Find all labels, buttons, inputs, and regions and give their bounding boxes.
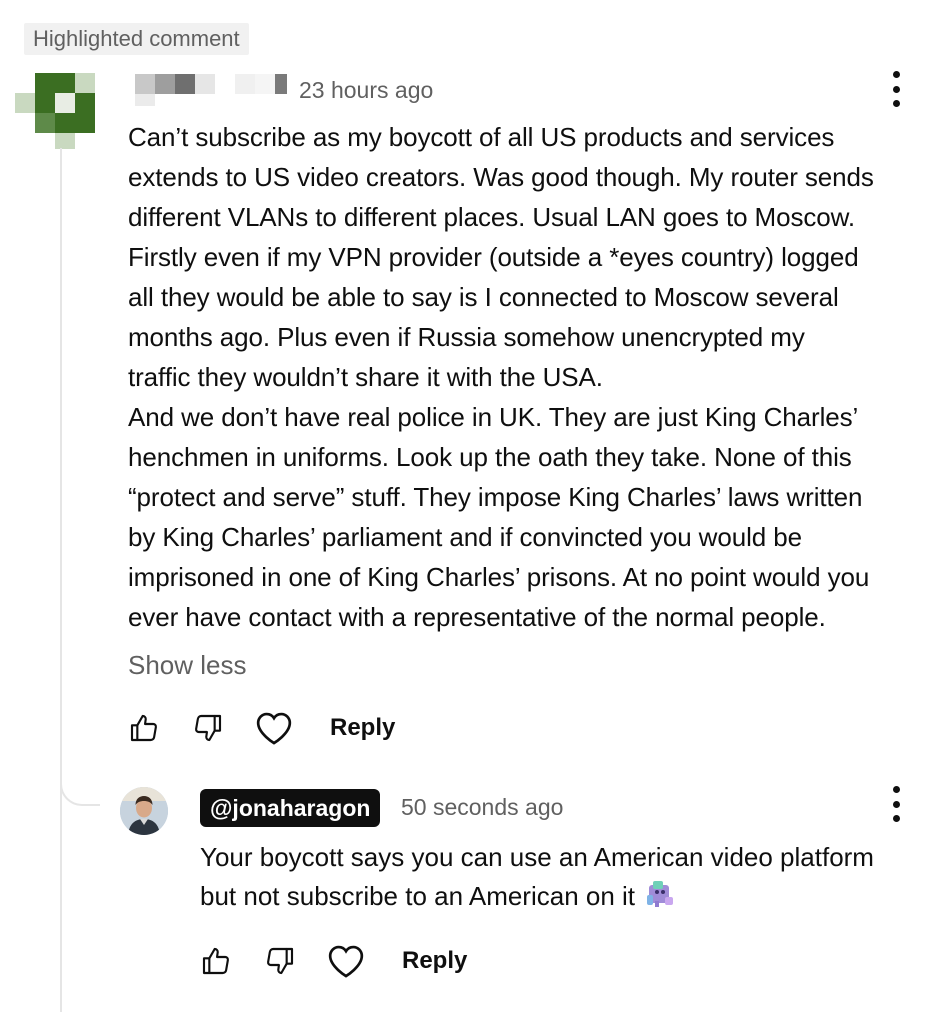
reply-timestamp[interactable]: 50 seconds ago <box>401 794 563 821</box>
thread-connector <box>60 766 100 806</box>
thumbs-up-icon[interactable] <box>200 941 232 981</box>
comment-timestamp[interactable]: 23 hours ago <box>299 77 433 104</box>
thumbs-up-icon[interactable] <box>128 708 160 748</box>
comment-actions: Reply <box>128 708 395 748</box>
reply-button[interactable]: Reply <box>330 714 395 742</box>
reply-button[interactable]: Reply <box>402 947 467 975</box>
comment-text: Can’t subscribe as my boycott of all US … <box>128 122 874 632</box>
heart-icon[interactable] <box>326 941 366 981</box>
thumbs-down-icon[interactable] <box>264 941 296 981</box>
commenter-handle-redacted[interactable] <box>135 74 295 106</box>
commenter-avatar[interactable] <box>15 73 95 149</box>
thumbs-down-icon[interactable] <box>192 708 224 748</box>
highlighted-comment-badge: Highlighted comment <box>24 23 249 55</box>
reply-author-avatar[interactable] <box>120 787 168 835</box>
thread-line <box>60 148 62 1012</box>
reply-text: Your boycott says you can use an America… <box>200 838 940 922</box>
heart-icon[interactable] <box>254 708 294 748</box>
more-vert-icon[interactable] <box>886 786 906 822</box>
show-less-button[interactable]: Show less <box>128 645 247 685</box>
reply-text-content: Your boycott says you can use an America… <box>200 842 874 911</box>
more-vert-icon[interactable] <box>886 71 906 107</box>
custom-emoji-sticker <box>643 877 677 922</box>
reply-actions: Reply <box>200 941 467 981</box>
reply-author-handle[interactable]: @jonaharagon <box>200 789 381 827</box>
